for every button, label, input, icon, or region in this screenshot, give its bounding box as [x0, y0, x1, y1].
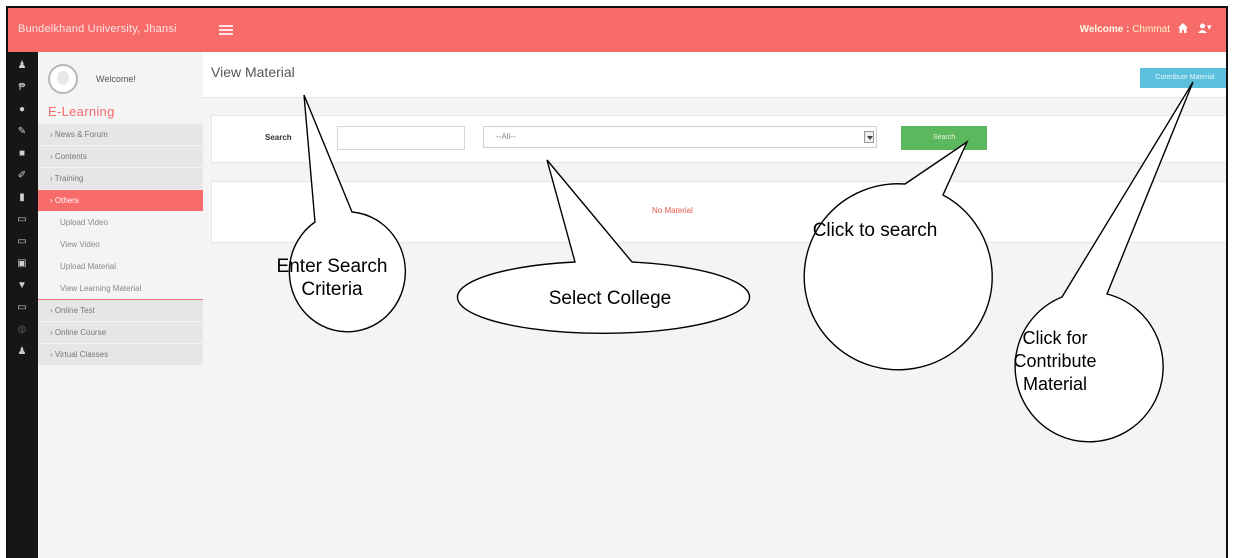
sidebar-item-online-course[interactable]: › Online Course [38, 322, 203, 344]
sidebar-subitem-view-learning-material[interactable]: View Learning Material [38, 278, 203, 300]
chevron-down-icon: ▾ [1207, 22, 1212, 32]
welcome-username: Chmmat [1132, 24, 1170, 35]
home-icon[interactable] [1178, 23, 1188, 33]
app-window: Bundelkhand University, Jhansi Welcome :… [6, 6, 1228, 558]
user-icon [1198, 23, 1207, 33]
college-select-value: --All-- [496, 132, 516, 141]
page-header: View Material Contribute Material [203, 52, 1226, 98]
sidebar-item-others[interactable]: › Others [38, 190, 203, 212]
tools-icon[interactable]: ✎ [16, 126, 28, 138]
payment-icon[interactable]: ₱ [16, 82, 28, 94]
card-icon[interactable]: ▣ [16, 258, 28, 270]
search-label: Search [265, 133, 292, 142]
top-navbar: Bundelkhand University, Jhansi Welcome :… [8, 8, 1226, 52]
sidebar-welcome: Welcome! [96, 74, 136, 84]
sidebar-subitem-upload-material[interactable]: Upload Material [38, 256, 203, 278]
sidebar-subitem-upload-video[interactable]: Upload Video [38, 212, 203, 234]
money-icon[interactable]: ▭ [16, 214, 28, 226]
sidebar-section-title: E-Learning [48, 104, 115, 119]
sidebar-item-contents[interactable]: › Contents [38, 146, 203, 168]
results-panel: No Material [211, 181, 1226, 243]
document-icon[interactable]: ▮ [16, 192, 28, 204]
user-menu-dropdown[interactable]: ▾ [1198, 22, 1214, 34]
edit-icon[interactable]: ✐ [16, 170, 28, 182]
welcome-user: Welcome : Chmmat [1080, 24, 1170, 35]
sidebar: Welcome! E-Learning › News & Forum › Con… [38, 52, 203, 558]
contribute-material-button[interactable]: Contribute Material [1140, 68, 1226, 88]
user-icon[interactable]: ♟ [16, 346, 28, 358]
cart-icon[interactable]: ▼ [16, 280, 28, 292]
sidebar-menu: › News & Forum › Contents › Training › O… [38, 124, 203, 366]
avatar [48, 64, 78, 94]
empty-state-message: No Material [652, 206, 693, 215]
chevron-down-icon[interactable] [864, 131, 874, 143]
money-icon[interactable]: ▭ [16, 302, 28, 314]
app-brand[interactable]: Bundelkhand University, Jhansi [18, 23, 177, 35]
callout-enter-search-text: Enter Search Criteria [276, 256, 388, 300]
page-title: View Material [211, 64, 295, 80]
sidebar-item-virtual-classes[interactable]: › Virtual Classes [38, 344, 203, 366]
welcome-prefix: Welcome : [1079, 24, 1130, 35]
callout-click-search-text: Click to search [812, 220, 938, 241]
sidebar-item-training[interactable]: › Training [38, 168, 203, 190]
search-panel: Search --All-- Search [211, 115, 1226, 163]
menu-toggle-icon[interactable] [219, 25, 233, 35]
money-icon[interactable]: ▭ [16, 236, 28, 248]
sidebar-item-online-test[interactable]: › Online Test [38, 300, 203, 322]
info-icon[interactable]: ● [16, 104, 28, 116]
callout-contribute-text: Click for Contribute Material [1013, 328, 1097, 394]
icon-sidebar: ♟ ₱ ● ✎ ■ ✐ ▮ ▭ ▭ ▣ ▼ ▭ ◍ ♟ [8, 52, 38, 558]
search-button[interactable]: Search [901, 126, 987, 150]
college-select[interactable]: --All-- [483, 126, 877, 148]
sidebar-subitem-view-video[interactable]: View Video [38, 234, 203, 256]
search-input[interactable] [337, 126, 465, 150]
callout-select-college-text: Select College [548, 288, 672, 309]
settings-icon[interactable]: ◍ [16, 324, 28, 336]
user-icon[interactable]: ♟ [16, 60, 28, 72]
chat-icon[interactable]: ■ [16, 148, 28, 160]
sidebar-item-news-forum[interactable]: › News & Forum [38, 124, 203, 146]
